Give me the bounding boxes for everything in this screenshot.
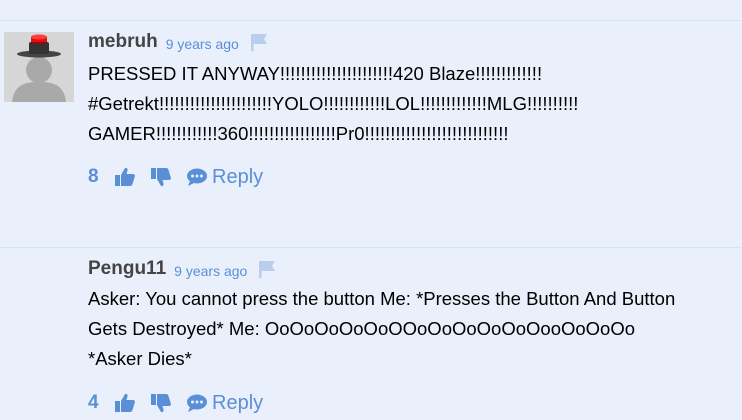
comment-line: *Asker Dies*: [88, 348, 192, 369]
comment-body: Asker: You cannot press the button Me: *…: [88, 284, 675, 374]
vote-count: 8: [88, 166, 99, 187]
comment: Pengu11 9 years ago Asker: You cannot pr…: [0, 248, 742, 420]
flag-icon[interactable]: [249, 32, 269, 52]
reply-label: Reply: [212, 165, 264, 188]
timestamp[interactable]: 9 years ago: [166, 36, 239, 52]
avatar[interactable]: [4, 32, 74, 102]
comment-actions: 4 Reply: [88, 390, 263, 416]
vote-count: 4: [88, 392, 99, 413]
flag-icon[interactable]: [257, 259, 277, 279]
reply-button[interactable]: Reply: [186, 166, 263, 189]
comment-line: Gets Destroyed* Me: OoOoOoOoOoOOoOoOoOoO…: [88, 318, 636, 339]
comment-header: Pengu11 9 years ago: [88, 257, 277, 281]
comment-line: PRESSED IT ANYWAY!!!!!!!!!!!!!!!!!!!!!!4…: [88, 63, 543, 84]
timestamp[interactable]: 9 years ago: [174, 263, 247, 279]
thumbs-up-icon[interactable]: [114, 166, 136, 188]
thumbs-down-icon[interactable]: [150, 166, 172, 188]
comment-actions: 8 Reply: [88, 164, 263, 190]
comments-section: mebruh 9 years ago PRESSED IT ANYWAY!!!!…: [0, 0, 742, 420]
reply-button[interactable]: Reply: [186, 392, 263, 415]
comment-line: GAMER!!!!!!!!!!!!360!!!!!!!!!!!!!!!!!Pr0…: [88, 123, 509, 144]
comment-bubble-icon: [187, 168, 207, 186]
thumbs-down-icon[interactable]: [150, 392, 172, 414]
comment-body: PRESSED IT ANYWAY!!!!!!!!!!!!!!!!!!!!!!4…: [88, 59, 578, 149]
comment: mebruh 9 years ago PRESSED IT ANYWAY!!!!…: [0, 21, 742, 247]
username[interactable]: Pengu11: [88, 258, 166, 280]
avatar-hat-icon: [4, 32, 74, 102]
comment-line: #Getrekt!!!!!!!!!!!!!!!!!!!!!!YOLO!!!!!!…: [88, 93, 579, 114]
comment-bubble-icon: [187, 394, 207, 412]
comment-header: mebruh 9 years ago: [88, 30, 269, 54]
comment-line: Asker: You cannot press the button Me: *…: [88, 288, 676, 309]
reply-label: Reply: [212, 391, 264, 414]
username[interactable]: mebruh: [88, 31, 158, 53]
thumbs-up-icon[interactable]: [114, 392, 136, 414]
